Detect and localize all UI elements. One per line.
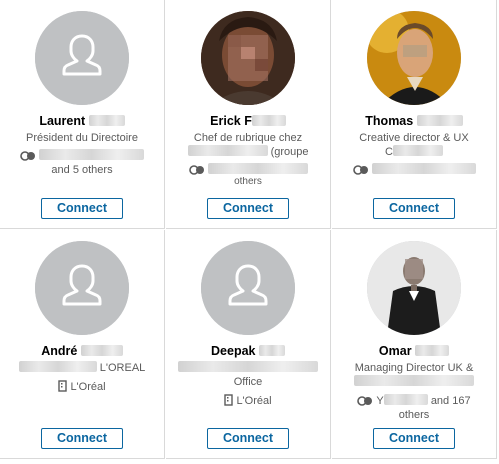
member-headline: Chef de rubrique chez (groupe [172,131,324,159]
suggestions-grid: Laurent Président du Directoire and 5 ot… [0,0,499,464]
suggestion-card: Erick F Chef de rubrique chez (groupe ot… [166,0,331,229]
avatar[interactable] [201,11,295,105]
member-name[interactable]: Omar [332,344,496,358]
profile-photo [201,11,295,105]
shared-connections-count: others [234,177,262,186]
member-headline: L'OREAL [6,361,158,375]
connect-button[interactable]: Connect [41,198,123,219]
suggestion-card: Omar Managing Director UK & Y and 167 ot… [332,230,497,459]
shared-connections-count: and 5 others [51,164,113,176]
building-icon [224,394,234,406]
connect-button[interactable]: Connect [41,428,123,449]
member-name[interactable]: André [0,344,164,358]
avatar[interactable] [201,241,295,335]
person-silhouette-icon [201,241,295,335]
member-company: L'Oréal [6,380,158,394]
suggestion-card: Thomas Creative director & UX C Connect [332,0,497,229]
shared-connections-icon [20,151,35,161]
member-name[interactable]: Deepak [166,344,330,358]
member-headline: Creative director & UX C [359,132,469,158]
member-headline: Office [172,361,324,389]
connect-button[interactable]: Connect [207,428,289,449]
avatar[interactable] [367,241,461,335]
shared-connections[interactable] [338,163,490,177]
shared-connections-icon [357,396,373,406]
avatar[interactable] [35,241,129,335]
avatar[interactable] [35,11,129,105]
member-name[interactable]: Laurent [0,114,164,128]
profile-photo [367,241,461,335]
shared-connections[interactable]: Y and 167 [338,394,490,408]
member-headline: Managing Director UK & [338,361,490,389]
member-headline: Président du Directoire [26,132,138,144]
person-silhouette-icon [35,241,129,335]
shared-connections[interactable] [6,149,158,163]
member-company: L'Oréal [172,394,324,408]
shared-connections-count: others [398,409,430,421]
suggestion-card: Laurent Président du Directoire and 5 ot… [0,0,165,229]
shared-connections-icon [352,165,368,175]
shared-connections-icon [188,165,204,175]
member-name[interactable]: Erick F [166,114,330,128]
avatar[interactable] [367,11,461,105]
connect-button[interactable]: Connect [373,428,455,449]
profile-photo [367,11,461,105]
building-icon [58,380,68,392]
member-name[interactable]: Thomas [332,114,496,128]
suggestion-card: Deepak Office L'Oréal Connect [166,230,331,459]
shared-connections[interactable] [172,163,324,177]
person-silhouette-icon [35,11,129,105]
suggestion-card: André L'OREAL L'Oréal Connect [0,230,165,459]
connect-button[interactable]: Connect [373,198,455,219]
connect-button[interactable]: Connect [207,198,289,219]
